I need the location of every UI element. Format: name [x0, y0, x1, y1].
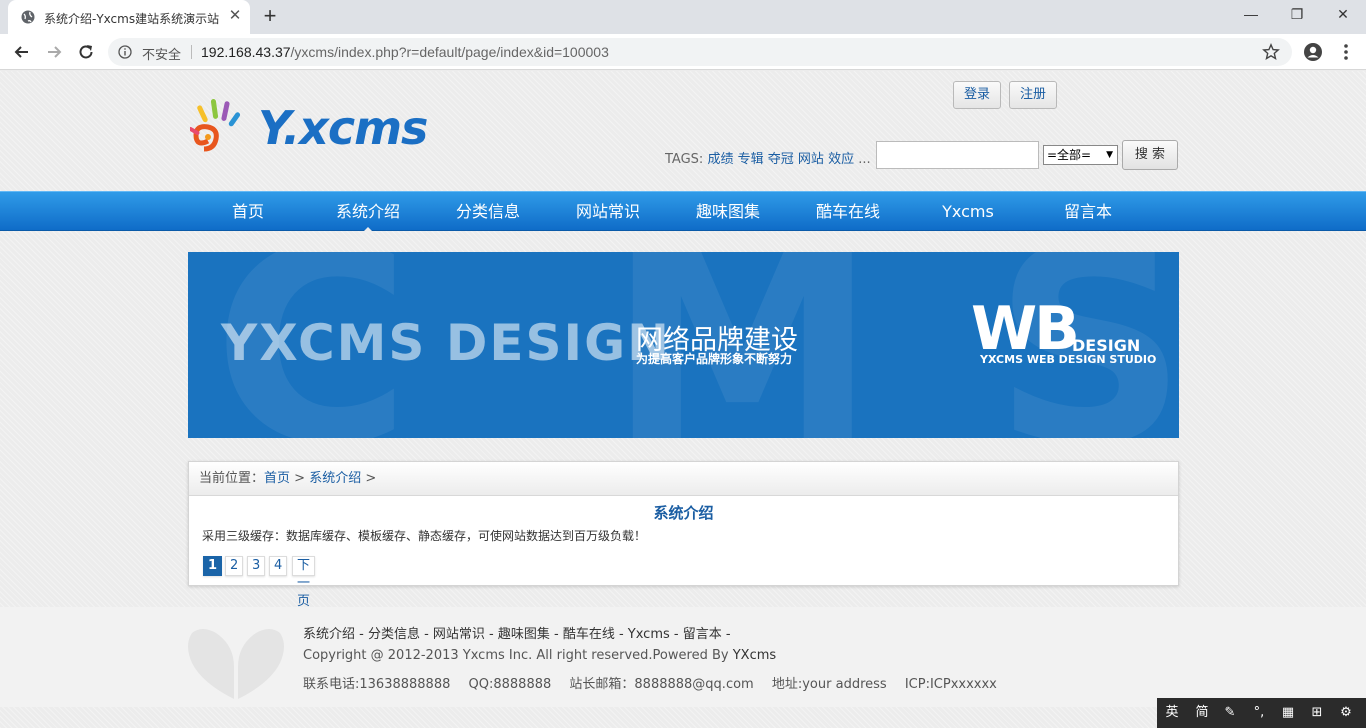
register-button[interactable]: 注册 — [1009, 81, 1058, 109]
chevron-down-icon: ▼ — [1106, 150, 1113, 160]
tag-link[interactable]: 夺冠 — [768, 152, 794, 167]
ime-toolbar: 英 简 ✎ °, ▦ ⊞ ⚙ — [1157, 698, 1366, 728]
nav-item-guestbook[interactable]: 留言本 — [1028, 192, 1148, 232]
page-link-2[interactable]: 2 — [225, 556, 244, 576]
search-scope-select[interactable]: =全部= ▼ — [1043, 145, 1118, 165]
site-logo[interactable]: Y.xcms — [190, 97, 450, 161]
address-bar[interactable]: 不安全 192.168.43.37/yxcms/index.php?r=defa… — [108, 38, 1292, 66]
tag-link[interactable]: 成绩 — [707, 152, 733, 167]
ime-keyboard-icon[interactable]: ▦ — [1275, 698, 1301, 728]
breadcrumb-current-link[interactable]: 系统介绍 — [309, 471, 361, 486]
footer: 系统介绍 - 分类信息 - 网站常识 - 趣味图集 - 酷车在线 - Yxcms… — [0, 607, 1366, 707]
nav-item-system-intro[interactable]: 系统介绍 — [308, 192, 428, 233]
more-menu-icon[interactable] — [1336, 42, 1356, 62]
contact-address: 地址:your address — [771, 677, 887, 692]
search-scope-value: =全部= — [1047, 148, 1092, 162]
breadcrumb-separator: > — [365, 471, 377, 486]
banner-main-text: YXCMS DESIGN — [221, 314, 672, 372]
info-icon[interactable] — [118, 45, 132, 59]
nav-item-cars-online[interactable]: 酷车在线 — [788, 192, 908, 232]
breadcrumb-separator: > — [294, 471, 306, 486]
url-text[interactable]: 192.168.43.37/yxcms/index.php?r=default/… — [201, 44, 609, 60]
nav-item-home[interactable]: 首页 — [188, 192, 308, 232]
banner-cn-subtitle: 为提高客户品牌形象不断努力 — [636, 352, 793, 366]
contact-icp: ICP:ICPxxxxxx — [904, 677, 997, 692]
login-button[interactable]: 登录 — [953, 81, 1002, 109]
bookmark-star-icon[interactable] — [1262, 43, 1280, 61]
content-panel: 当前位置：首页 > 系统介绍 > 系统介绍 采用三级缓存：数据库缓存、模板缓存、… — [188, 461, 1179, 609]
contact-phone: 联系电话:13638888888 — [303, 677, 451, 692]
nav-item-fun-gallery[interactable]: 趣味图集 — [668, 192, 788, 232]
forward-icon[interactable] — [44, 42, 64, 62]
breadcrumb-label: 当前位置： — [199, 471, 265, 486]
url-host: 192.168.43.37 — [201, 44, 291, 60]
nav-item-classified[interactable]: 分类信息 — [428, 192, 548, 232]
search-button[interactable]: 搜 索 — [1122, 140, 1178, 170]
page-link-3[interactable]: 3 — [247, 556, 266, 576]
tag-link[interactable]: 专辑 — [738, 152, 764, 167]
footer-links[interactable]: 系统介绍 - 分类信息 - 网站常识 - 趣味图集 - 酷车在线 - Yxcms… — [303, 623, 731, 642]
ime-simplified-toggle[interactable]: 简 — [1189, 698, 1215, 728]
footer-copyright: Copyright @ 2012-2013 Yxcms Inc. All rig… — [303, 648, 776, 663]
contact-email: 站长邮箱：8888888@qq.com — [569, 677, 754, 692]
hand-logo-icon — [190, 99, 241, 152]
tags-bar: TAGS: 成绩 专辑 夺冠 网站 效应 ... — [665, 148, 871, 167]
copyright-text: Copyright @ 2012-2013 Yxcms Inc. All rig… — [303, 648, 733, 663]
logo-text: Y.xcms — [258, 101, 428, 155]
tag-link[interactable]: 网站 — [798, 152, 824, 167]
restore-icon[interactable]: ❐ — [1274, 0, 1320, 30]
footer-logo-icon — [188, 629, 284, 699]
tag-link[interactable]: 效应 — [828, 152, 854, 167]
page-link-4[interactable]: 4 — [269, 556, 288, 576]
ime-punctuation-icon[interactable]: °, — [1246, 698, 1272, 728]
tags-more: ... — [858, 152, 871, 167]
search-input[interactable] — [876, 141, 1039, 169]
ime-layout-icon[interactable]: ⊞ — [1304, 698, 1330, 728]
reload-icon[interactable] — [76, 42, 96, 62]
ime-settings-icon[interactable]: ⚙ — [1333, 698, 1359, 728]
browser-toolbar: 不安全 192.168.43.37/yxcms/index.php?r=defa… — [0, 34, 1366, 70]
globe-icon — [21, 10, 35, 24]
powered-by-link[interactable]: YXcms — [733, 648, 776, 663]
tab-title: 系统介绍-Yxcms建站系统演示站 — [44, 12, 220, 26]
new-tab-icon[interactable]: + — [259, 5, 281, 28]
browser-tab-bar: 系统介绍-Yxcms建站系统演示站 ✕ + — ❐ ✕ — [0, 0, 1366, 34]
ime-brush-icon[interactable]: ✎ — [1217, 698, 1243, 728]
contact-qq: QQ:8888888 — [468, 677, 552, 692]
address-divider — [191, 45, 192, 59]
banner-studio-text: YXCMS WEB DESIGN STUDIO — [980, 353, 1157, 366]
banner-image: C M S YXCMS DESIGN 网络品牌建设 为提高客户品牌形象不断努力 … — [188, 252, 1179, 438]
breadcrumb-home-link[interactable]: 首页 — [264, 471, 290, 486]
window-close-icon[interactable]: ✕ — [1320, 0, 1366, 30]
article-title: 系统介绍 — [653, 504, 714, 522]
url-path: /yxcms/index.php?r=default/page/index&id… — [290, 44, 609, 60]
footer-contact: 联系电话:13638888888 QQ:8888888 站长邮箱：8888888… — [303, 673, 1011, 692]
close-tab-icon[interactable]: ✕ — [227, 8, 243, 24]
breadcrumb: 当前位置：首页 > 系统介绍 > — [189, 462, 1178, 496]
nav-item-yxcms[interactable]: Yxcms — [908, 192, 1028, 232]
main-nav: 首页 系统介绍 分类信息 网站常识 趣味图集 酷车在线 Yxcms 留言本 — [0, 191, 1366, 233]
tags-label: TAGS: — [665, 152, 704, 167]
minimize-icon[interactable]: — — [1228, 0, 1274, 30]
browser-tab[interactable]: 系统介绍-Yxcms建站系统演示站 ✕ — [8, 0, 250, 34]
account-icon[interactable] — [1303, 42, 1323, 62]
security-label: 不安全 — [142, 48, 182, 63]
web-page: Y.xcms 登录 注册 TAGS: 成绩 专辑 夺冠 网站 效应 ... =全… — [0, 71, 1366, 728]
nav-item-web-knowledge[interactable]: 网站常识 — [548, 192, 668, 232]
ime-english-toggle[interactable]: 英 — [1159, 698, 1185, 728]
next-page-link[interactable]: 下一页 — [292, 556, 316, 609]
page-link-1[interactable]: 1 — [203, 556, 223, 576]
article-body: 采用三级缓存：数据库缓存、模板缓存、静态缓存，可使网站数据达到百万级负载！ — [202, 529, 647, 543]
back-icon[interactable] — [12, 42, 32, 62]
